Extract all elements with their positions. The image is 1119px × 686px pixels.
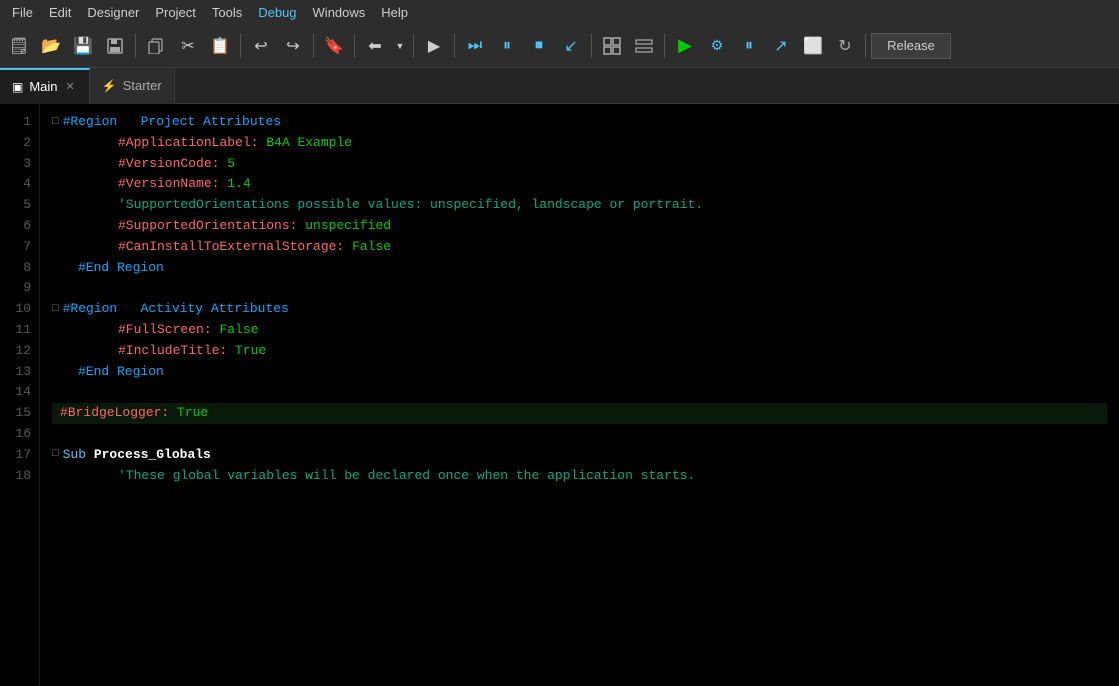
- copy-button[interactable]: [141, 31, 171, 61]
- menu-edit[interactable]: Edit: [41, 3, 79, 22]
- tab-starter-label: Starter: [123, 78, 162, 93]
- code-line-6: #SupportedOrientations: unspecified: [52, 216, 1107, 237]
- code-line-11-val: False: [219, 320, 258, 341]
- save-button[interactable]: 💾: [68, 31, 98, 61]
- menu-debug[interactable]: Debug: [250, 3, 304, 22]
- code-line-15-attr: #BridgeLogger:: [60, 403, 169, 424]
- code-area[interactable]: □#Region Project Attributes #Application…: [40, 104, 1119, 686]
- code-line-17-subname: Process_Globals: [94, 445, 211, 466]
- fold-10[interactable]: □: [52, 301, 59, 319]
- code-line-13-text: #End Region: [78, 362, 164, 383]
- code-line-2: #ApplicationLabel: B4A Example: [52, 133, 1107, 154]
- code-line-2-val: B4A Example: [266, 133, 352, 154]
- code-line-18: 'These global variables will be declared…: [52, 466, 1107, 487]
- fold-1[interactable]: □: [52, 114, 59, 132]
- code-line-11-attr: #FullScreen:: [118, 320, 212, 341]
- code-line-6-val: unspecified: [305, 216, 391, 237]
- tab-starter[interactable]: ⚡ Starter: [90, 68, 175, 104]
- code-line-12-val: True: [235, 341, 266, 362]
- code-line-17-sub: Sub: [63, 445, 94, 466]
- main-tab-icon: ▣: [12, 80, 23, 94]
- code-line-4-val: 1.4: [227, 174, 250, 195]
- tab-main-label: Main: [29, 79, 57, 94]
- paste-button[interactable]: 📋: [205, 31, 235, 61]
- back-button[interactable]: ⬅: [360, 31, 390, 61]
- code-line-11: #FullScreen: False: [52, 320, 1107, 341]
- tab-main[interactable]: ▣ Main ✕: [0, 68, 90, 104]
- code-line-9: [52, 278, 1107, 299]
- refresh-button[interactable]: ↻: [830, 31, 860, 61]
- menu-help[interactable]: Help: [373, 3, 416, 22]
- code-line-5: 'SupportedOrientations possible values: …: [52, 195, 1107, 216]
- back-dropdown[interactable]: ▼: [392, 31, 408, 61]
- code-line-1: □#Region Project Attributes: [52, 112, 1107, 133]
- code-line-3-val: 5: [227, 154, 235, 175]
- layout-button[interactable]: [597, 31, 627, 61]
- code-line-6-attr: #SupportedOrientations:: [118, 216, 297, 237]
- code-line-15-val: True: [177, 403, 208, 424]
- menu-tools[interactable]: Tools: [204, 3, 250, 22]
- undo-button[interactable]: ↩: [246, 31, 276, 61]
- new-file-button[interactable]: 🗒: [4, 31, 34, 61]
- cut-button[interactable]: ✂: [173, 31, 203, 61]
- code-line-7: #CanInstallToExternalStorage: False: [52, 237, 1107, 258]
- debug-step2-button[interactable]: ↗: [766, 31, 796, 61]
- code-line-15: #BridgeLogger: True: [52, 403, 1107, 424]
- stop-button[interactable]: ⏹: [524, 31, 554, 61]
- run-button[interactable]: ▶: [419, 31, 449, 61]
- editor: 1 2 3 4 5 6 7 8 9 10 11 12 13 14 15 16 1…: [0, 104, 1119, 686]
- release-button[interactable]: Release: [871, 33, 951, 59]
- code-line-3-attr: #VersionCode:: [118, 154, 219, 175]
- code-line-4-attr: #VersionName:: [118, 174, 219, 195]
- step-into-button[interactable]: ↙: [556, 31, 586, 61]
- code-line-7-attr: #CanInstallToExternalStorage:: [118, 237, 344, 258]
- code-line-8: #End Region: [52, 258, 1107, 279]
- starter-tab-icon: ⚡: [102, 79, 117, 93]
- line-numbers: 1 2 3 4 5 6 7 8 9 10 11 12 13 14 15 16 1…: [0, 104, 40, 686]
- pause-button[interactable]: ⏸: [492, 31, 522, 61]
- code-line-3: #VersionCode: 5: [52, 154, 1107, 175]
- toolbar: 🗒 📂 💾 ✂ 📋 ↩ ↪ 🔖 ⬅ ▼ ▶ ⏭ ⏸ ⏹ ↙: [0, 24, 1119, 68]
- code-line-4: #VersionName: 1.4: [52, 174, 1107, 195]
- code-line-13: #End Region: [52, 362, 1107, 383]
- code-line-7-val: False: [352, 237, 391, 258]
- debug-pause2-button[interactable]: ⏸: [734, 31, 764, 61]
- menu-project[interactable]: Project: [147, 3, 203, 22]
- forward-step-button[interactable]: ⏭: [460, 31, 490, 61]
- code-line-18-text: 'These global variables will be declared…: [118, 466, 695, 487]
- menu-bar: File Edit Designer Project Tools Debug W…: [0, 0, 1119, 24]
- debug-stop-button[interactable]: ⬜: [798, 31, 828, 61]
- tab-bar: ▣ Main ✕ ⚡ Starter: [0, 68, 1119, 104]
- save-all-button[interactable]: [100, 31, 130, 61]
- tab-main-close[interactable]: ✕: [64, 79, 77, 94]
- code-line-10-text: #Region Activity Attributes: [63, 299, 289, 320]
- debug-connect-button[interactable]: ⚙: [702, 31, 732, 61]
- code-line-14: [52, 382, 1107, 403]
- code-line-8-text: #End Region: [78, 258, 164, 279]
- code-line-2-attr: #ApplicationLabel:: [118, 133, 258, 154]
- code-line-10: □#Region Activity Attributes: [52, 299, 1107, 320]
- menu-designer[interactable]: Designer: [79, 3, 147, 22]
- open-button[interactable]: 📂: [36, 31, 66, 61]
- layout2-button[interactable]: [629, 31, 659, 61]
- code-line-16: [52, 424, 1107, 445]
- code-line-12-attr: #IncludeTitle:: [118, 341, 227, 362]
- bookmark-button[interactable]: 🔖: [319, 31, 349, 61]
- debug-run-button[interactable]: ▶: [670, 31, 700, 61]
- code-line-12: #IncludeTitle: True: [52, 341, 1107, 362]
- redo-button[interactable]: ↪: [278, 31, 308, 61]
- fold-17[interactable]: □: [52, 446, 59, 464]
- menu-windows[interactable]: Windows: [305, 3, 374, 22]
- code-line-1-text: #Region Project Attributes: [63, 112, 281, 133]
- code-line-17: □Sub Process_Globals: [52, 445, 1107, 466]
- menu-file[interactable]: File: [4, 3, 41, 22]
- code-line-5-text: 'SupportedOrientations possible values: …: [118, 195, 703, 216]
